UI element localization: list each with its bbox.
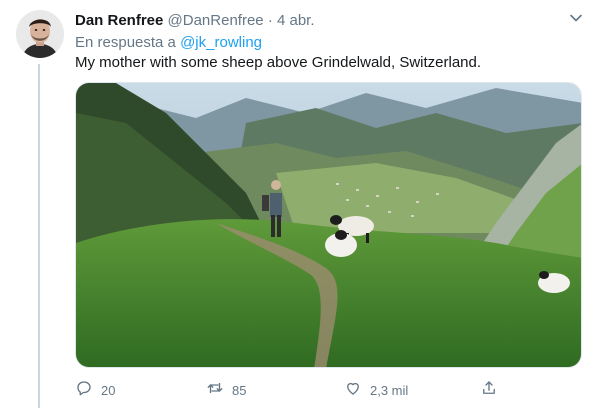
photo-scene [76,83,581,367]
like-icon[interactable] [344,379,362,402]
avatar-image [16,10,64,58]
reply-action[interactable]: 20 [75,380,115,400]
reply-context: En respuesta a @jk_rowling [75,33,262,53]
author-handle[interactable]: @DanRenfree [168,12,264,29]
reply-prefix: En respuesta a [75,34,176,51]
retweet-action[interactable]: 85 [206,380,246,400]
tweet-text: My mother with some sheep above Grindelw… [75,54,482,71]
like-action[interactable]: 2,3 mil [344,380,408,400]
share-icon[interactable] [480,379,498,402]
reply-icon[interactable] [75,379,93,402]
separator-dot: · [267,12,273,29]
avatar[interactable] [16,10,64,58]
timestamp[interactable]: 4 abr. [277,12,315,29]
retweet-icon[interactable] [206,379,224,402]
share-action[interactable] [480,380,498,400]
reply-to-link[interactable]: @jk_rowling [180,34,262,51]
like-count: 2,3 mil [370,382,409,398]
tweet-photo[interactable] [75,82,582,368]
reply-count: 20 [101,382,116,398]
tweet-header: Dan Renfree @DanRenfree · 4 abr. [75,11,315,31]
retweet-count: 85 [232,382,247,398]
tweet-actions: 20 85 2,3 mil [75,380,585,400]
thread-line [38,64,40,408]
author-name[interactable]: Dan Renfree [75,12,163,29]
chevron-down-icon[interactable] [569,11,583,25]
